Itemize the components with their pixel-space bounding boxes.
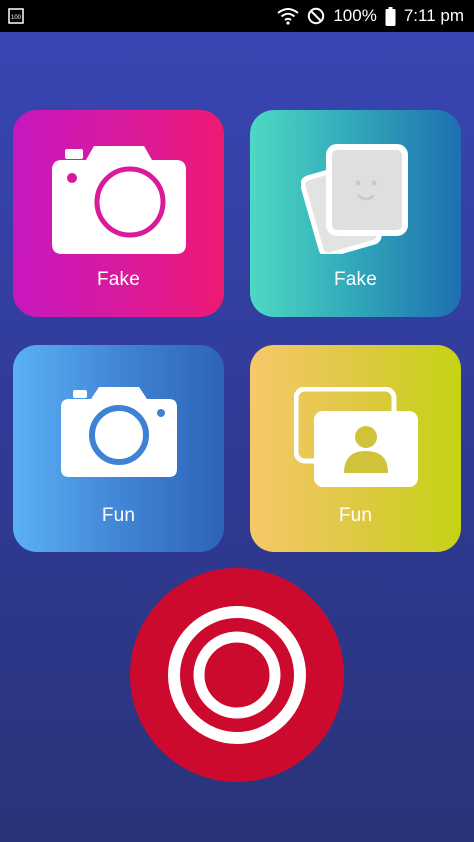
photo-stack-icon [300, 144, 408, 254]
battery-percent: 100% [333, 6, 377, 25]
tile-label: Fun [101, 505, 136, 526]
camera-icon [60, 387, 177, 477]
status-bar: 100 100% 7:11 pm [0, 0, 474, 32]
notification-battery-icon: 100 [8, 8, 24, 24]
record-icon [168, 606, 306, 744]
clock: 7:11 pm [403, 6, 464, 25]
notification-battery-badge: 100 [11, 15, 22, 21]
portrait-cards-icon [293, 387, 418, 487]
do-not-disturb-icon [307, 7, 325, 25]
wifi-icon [277, 7, 299, 25]
record-button[interactable] [130, 568, 344, 782]
fun-camera-tile[interactable]: Fun [13, 345, 224, 552]
tile-label: Fake [96, 269, 141, 290]
tile-label: Fake [333, 269, 378, 290]
fun-portrait-tile[interactable]: Fun [250, 345, 461, 552]
tile-label: Fun [338, 505, 373, 526]
camera-icon [51, 146, 186, 254]
fake-photos-tile[interactable]: Fake [250, 110, 461, 317]
fake-camera-tile[interactable]: Fake [13, 110, 224, 317]
battery-icon [385, 6, 396, 26]
